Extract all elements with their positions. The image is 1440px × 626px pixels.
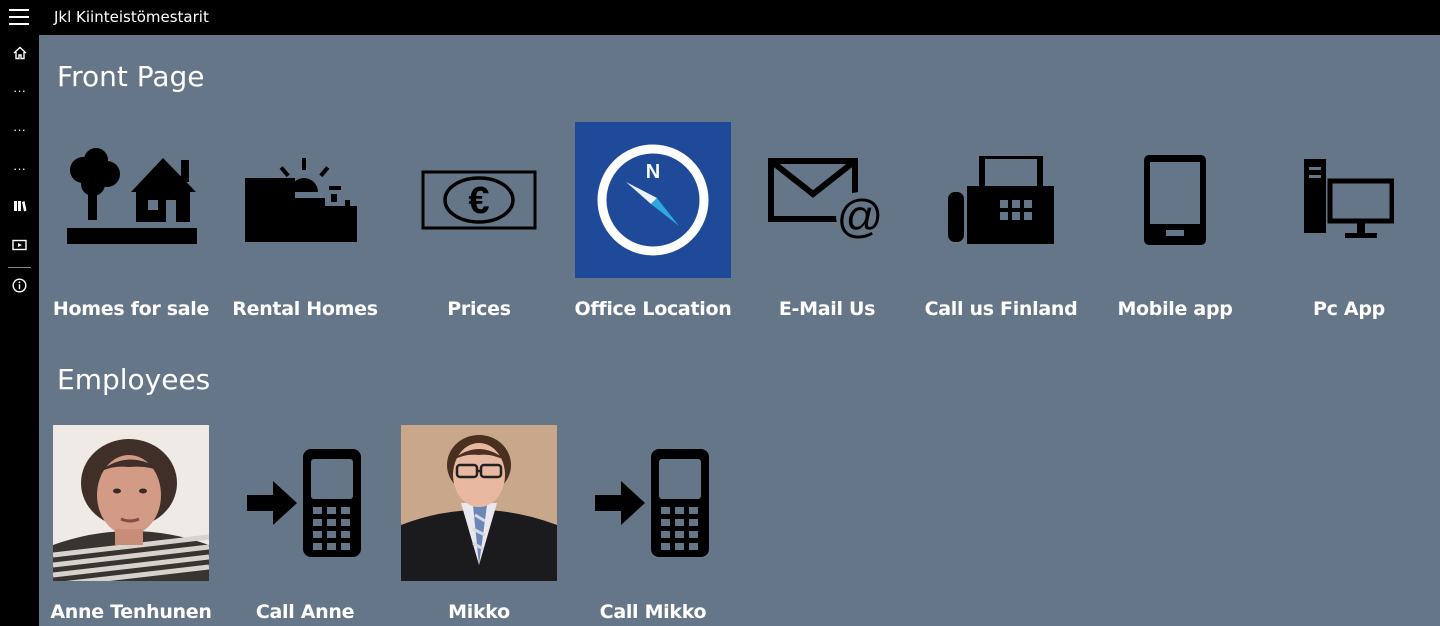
tile-label: Call Anne: [255, 601, 355, 623]
tile-call-anne[interactable]: Call Anne: [218, 425, 392, 623]
sidebar-home[interactable]: [0, 37, 39, 69]
tile-label: E-Mail Us: [778, 298, 876, 320]
tile-label: Anne Tenhunen: [50, 601, 212, 623]
tile-label: Office Location: [574, 298, 732, 320]
tile-pc-app[interactable]: Pc App: [1262, 122, 1436, 320]
app-title: Jkl Kiinteistömestarit: [54, 8, 209, 26]
tile-label: Mobile app: [1117, 298, 1233, 320]
employees-heading: Employees: [57, 363, 211, 396]
tile-call-us-finland[interactable]: Call us Finland: [914, 122, 1088, 320]
euro-banknote-icon: €: [421, 170, 537, 230]
sidebar-info[interactable]: [0, 269, 39, 301]
employee-photo-mikko: [401, 425, 557, 581]
sidebar-divider: [8, 267, 31, 268]
hamburger-menu-icon[interactable]: [9, 9, 29, 25]
fax-phone-icon: [948, 156, 1054, 244]
tile-office-location[interactable]: N Office Location: [566, 122, 740, 320]
rental-sun-icon: [245, 158, 357, 242]
info-icon: [12, 277, 27, 293]
email-icon: @: [768, 158, 884, 242]
sidebar-more-3[interactable]: ···: [0, 152, 39, 184]
mobile-icon: [1144, 155, 1206, 245]
tile-label: Call us Finland: [924, 298, 1078, 320]
tile-call-mikko[interactable]: Call Mikko: [566, 425, 740, 623]
tile-label: Call Mikko: [599, 601, 707, 623]
house-tree-icon: [67, 148, 197, 244]
sidebar-library[interactable]: [0, 190, 39, 222]
tile-label: Pc App: [1313, 298, 1385, 320]
call-phone-icon: [247, 449, 361, 557]
sidebar-more-1[interactable]: ···: [0, 74, 39, 106]
employee-photo-anne: [53, 425, 209, 581]
title-bar: Jkl Kiinteistömestarit: [0, 0, 1440, 35]
call-phone-icon: [595, 449, 709, 557]
tile-mobile-app[interactable]: Mobile app: [1088, 122, 1262, 320]
svg-text:N: N: [646, 161, 660, 183]
tile-prices[interactable]: € Prices: [392, 122, 566, 320]
compass-icon: N: [597, 144, 709, 256]
tile-employee-anne[interactable]: Anne Tenhunen: [44, 425, 218, 623]
home-icon: [13, 46, 26, 60]
tile-email-us[interactable]: @ E-Mail Us: [740, 122, 914, 320]
pc-icon: [1304, 159, 1394, 238]
tile-label: Homes for sale: [52, 298, 210, 320]
sidebar: ··· ··· ···: [0, 35, 39, 626]
tile-employee-mikko[interactable]: Mikko: [392, 425, 566, 623]
tile-label: Rental Homes: [232, 298, 378, 320]
tile-label: Prices: [447, 298, 511, 320]
library-icon: [13, 201, 26, 212]
sidebar-more-2[interactable]: ···: [0, 113, 39, 145]
video-icon: [12, 239, 27, 251]
front-page-heading: Front Page: [57, 60, 205, 93]
svg-text:€: €: [468, 180, 489, 222]
tile-label: Mikko: [448, 601, 510, 623]
sidebar-video[interactable]: [0, 229, 39, 261]
svg-text:@: @: [837, 190, 884, 242]
tile-homes-for-sale[interactable]: Homes for sale: [44, 122, 218, 320]
tile-rental-homes[interactable]: Rental Homes: [218, 122, 392, 320]
